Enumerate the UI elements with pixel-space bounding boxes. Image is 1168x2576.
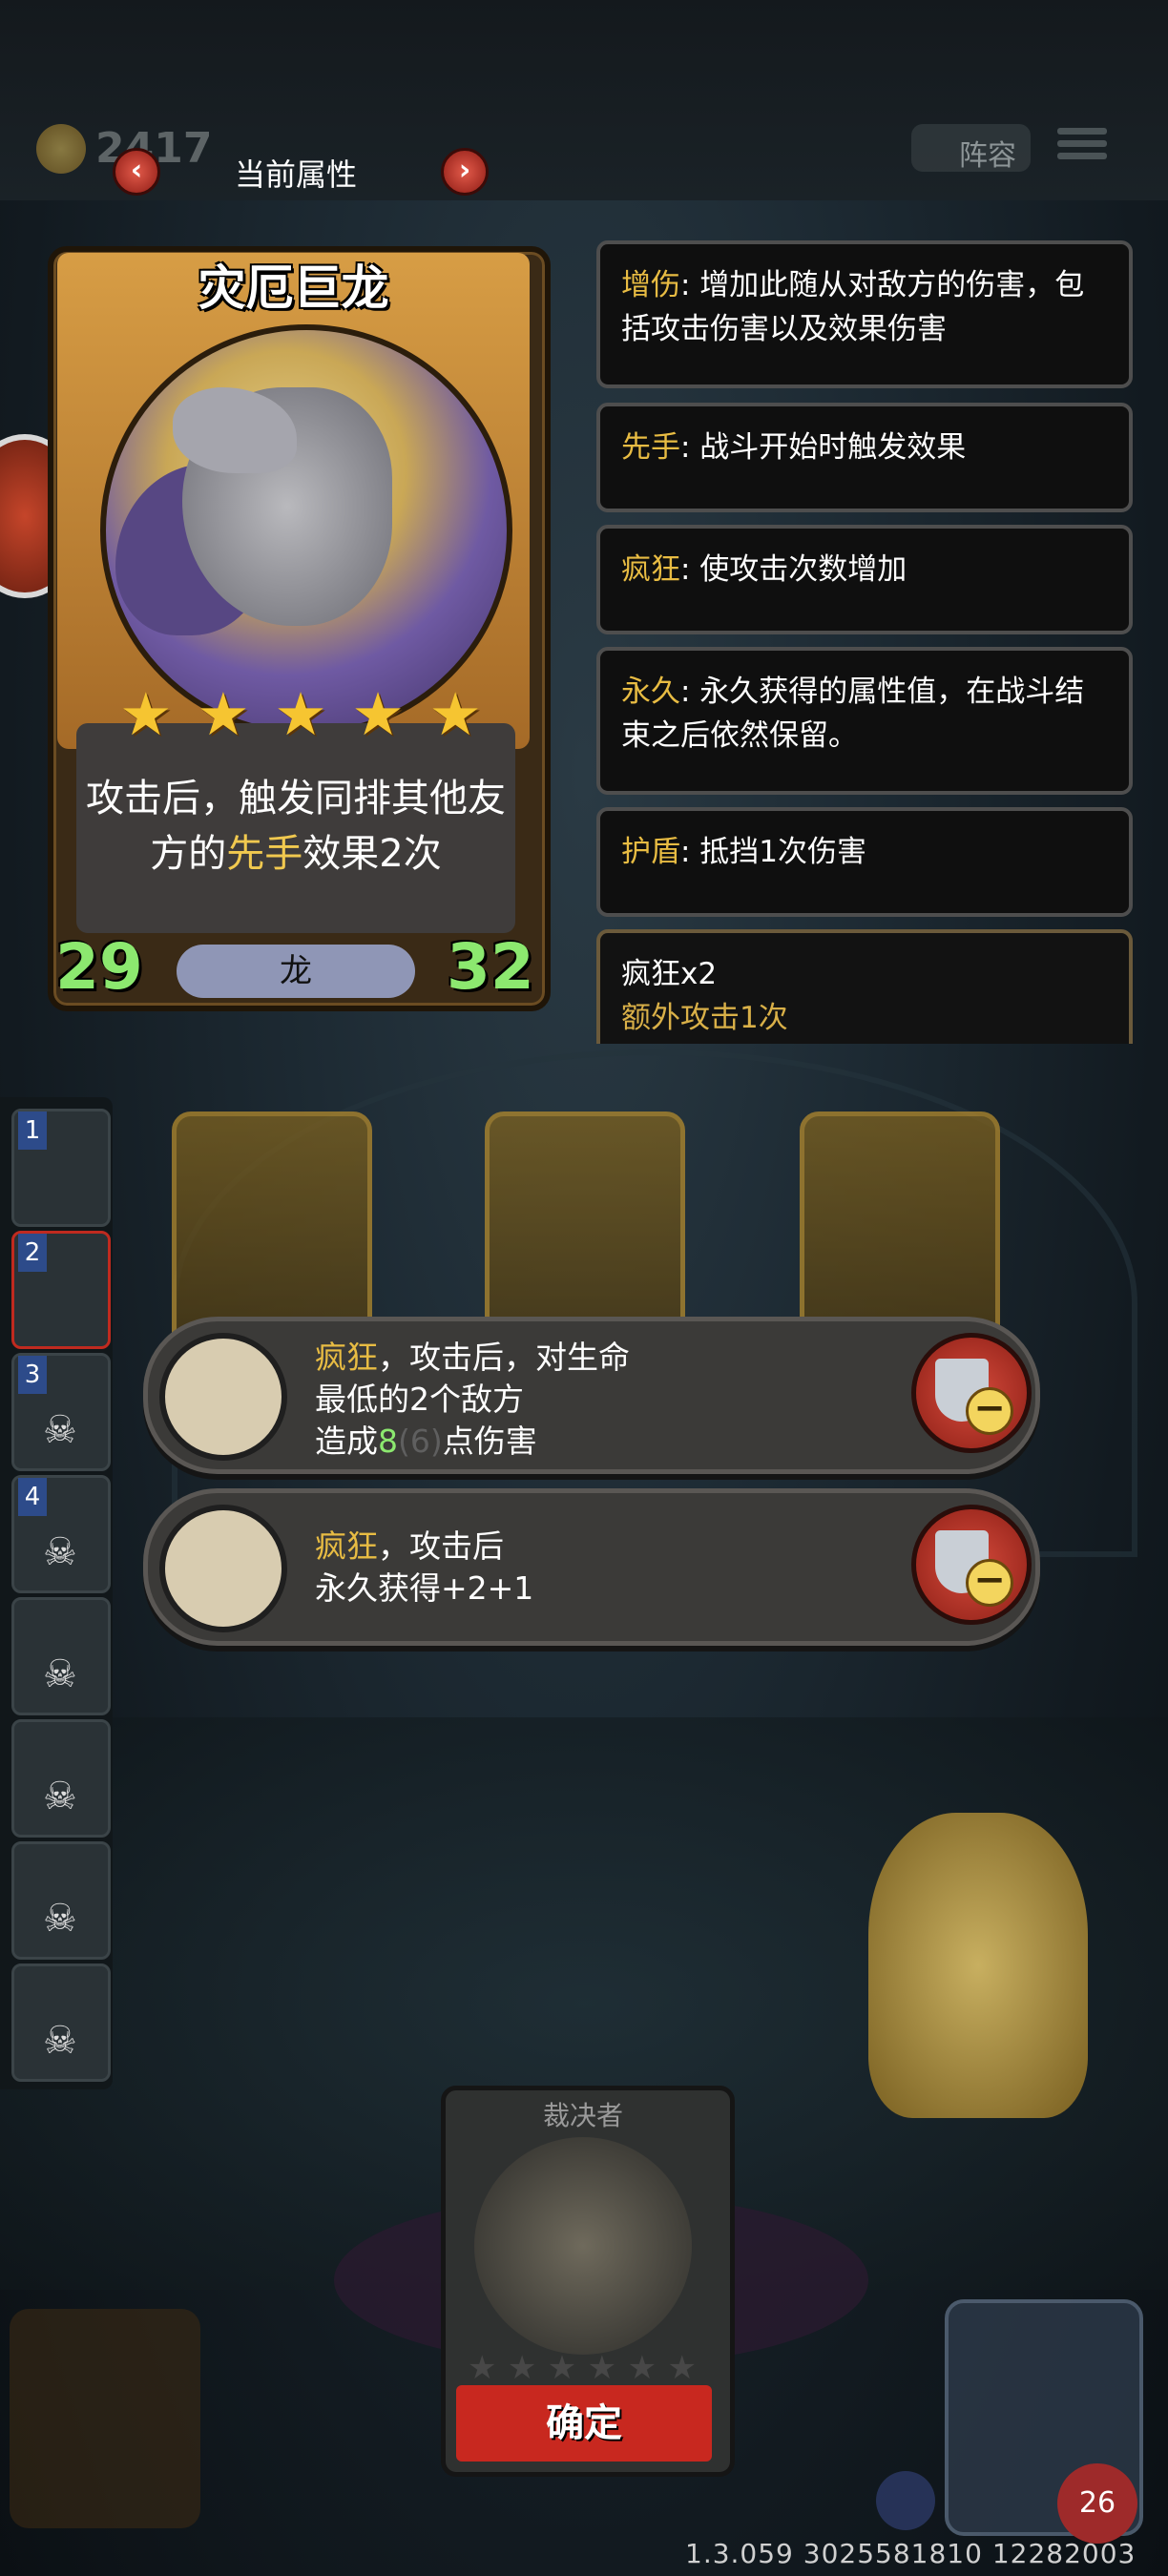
roster-slot[interactable]: 1 — [11, 1109, 111, 1227]
keyword-name: 护盾 — [621, 835, 680, 869]
star-icon: ★ — [119, 679, 173, 749]
shield-icon — [876, 2471, 935, 2530]
minus-icon: − — [966, 1559, 1013, 1607]
judge-portrait — [474, 2137, 692, 2355]
card-stars: ★ ★ ★ ★ ★ — [119, 681, 482, 748]
remove-buff-button[interactable]: − — [911, 1333, 1032, 1453]
madness-subtitle: 额外攻击1次 — [621, 1001, 788, 1035]
roster-slot[interactable]: 2 — [11, 1231, 111, 1349]
keyword-desc: : 抵挡1次伤害 — [680, 835, 867, 869]
skull-icon: ☠ — [43, 1408, 77, 1452]
slot-number: 1 — [18, 1111, 47, 1150]
keyword-entry: 疯狂: 使攻击次数增加 — [596, 525, 1133, 634]
roster-slot[interactable]: 3 ☠ — [11, 1353, 111, 1471]
star-icon: ★ — [197, 679, 250, 749]
keyword-desc: : 增加此随从对敌方的伤害，包括攻击伤害以及效果伤害 — [621, 268, 1085, 346]
buff-row: 疯狂，攻击后，对生命 最低的2个敌方 造成8(6)点伤害 − — [143, 1317, 1040, 1474]
menu-icon[interactable] — [1057, 122, 1107, 172]
slot-number: 2 — [18, 1234, 47, 1272]
judge-name: 裁决者 — [542, 2100, 623, 2131]
keyword-entry: 先手: 战斗开始时触发效果 — [596, 403, 1133, 512]
panel-title: 当前属性 — [234, 156, 357, 193]
attack-value: 29 — [55, 930, 143, 1004]
star-icon: ★ — [667, 2349, 697, 2387]
next-arrow-button[interactable]: › — [441, 148, 489, 196]
companion-character[interactable] — [868, 1813, 1088, 2118]
remove-buff-button[interactable]: − — [911, 1505, 1032, 1625]
prev-arrow-button[interactable]: ‹ — [113, 148, 160, 196]
skull-icon: ☠ — [43, 1775, 77, 1818]
judge-stars: ★ ★ ★ ★ ★ ★ — [468, 2349, 697, 2387]
buff-row: 疯狂，攻击后 永久获得+2+1 − — [143, 1488, 1040, 1646]
keyword-name: 先手 — [621, 430, 680, 465]
card-name: 灾厄巨龙 — [198, 260, 389, 316]
star-icon: ★ — [468, 2349, 497, 2387]
keyword-entry: 永久: 永久获得的属性值，在战斗结束之后依然保留。 — [596, 647, 1133, 795]
buff-keyword: 疯狂 — [315, 1339, 378, 1376]
buff-line3-pre: 造成 — [315, 1423, 378, 1460]
keyword-entry: 增伤: 增加此随从对敌方的伤害，包括攻击伤害以及效果伤害 — [596, 240, 1133, 388]
skull-icon: ☠ — [43, 1530, 77, 1574]
ability-text: 攻击后，触发同排其他友方的先手效果2次 — [76, 771, 515, 882]
keyword-name: 永久 — [621, 675, 680, 709]
roster-slot[interactable]: 4 ☠ — [11, 1475, 111, 1593]
buff-line2: 最低的2个敌方 — [315, 1381, 524, 1418]
star-icon: ★ — [627, 2349, 657, 2387]
lineup-label: 阵容 — [959, 139, 1016, 173]
health-value: 32 — [447, 930, 534, 1004]
version-text: 1.3.059 3025581810 12282003 — [685, 2538, 1137, 2569]
keyword-desc: : 永久获得的属性值，在战斗结束之后依然保留。 — [621, 675, 1085, 753]
keyword-desc: : 战斗开始时触发效果 — [680, 430, 967, 465]
buff-line2: 永久获得+2+1 — [315, 1569, 534, 1607]
buff-line1: ，攻击后 — [378, 1527, 504, 1565]
dragon-portrait — [100, 324, 512, 737]
skull-icon: ☠ — [43, 1897, 77, 1941]
buff-line3-post: 点伤害 — [442, 1423, 537, 1460]
madness-title: 疯狂x2 — [621, 957, 718, 991]
keyword-name: 疯狂 — [621, 552, 680, 587]
coin-icon — [36, 124, 86, 174]
slot-number: 4 — [18, 1478, 47, 1516]
skull-icon: ☠ — [43, 1652, 77, 1696]
star-icon: ★ — [351, 679, 405, 749]
buff-text: 疯狂，攻击后 永久获得+2+1 — [315, 1526, 533, 1610]
confirm-button[interactable]: 确定 — [456, 2385, 712, 2462]
roster-slot[interactable]: ☠ — [11, 1597, 111, 1715]
chest-icon[interactable] — [10, 2309, 200, 2528]
star-icon: ★ — [507, 2349, 537, 2387]
keyword-desc: : 使攻击次数增加 — [680, 552, 907, 587]
roster-slot[interactable]: ☠ — [11, 1719, 111, 1838]
minus-icon: − — [966, 1387, 1013, 1435]
buff-text: 疯狂，攻击后，对生命 最低的2个敌方 造成8(6)点伤害 — [315, 1337, 630, 1463]
buff-base-value: (6) — [398, 1423, 443, 1460]
keyword-name: 增伤 — [621, 268, 680, 302]
star-icon: ★ — [587, 2349, 617, 2387]
madness-detail: 疯狂x2 额外攻击1次 — [596, 929, 1133, 1044]
slot-number: 3 — [18, 1356, 47, 1394]
star-icon: ★ — [547, 2349, 577, 2387]
buff-keyword: 疯狂 — [315, 1527, 378, 1565]
buff-line1: ，攻击后，对生命 — [378, 1339, 630, 1376]
keyword-entry: 护盾: 抵挡1次伤害 — [596, 807, 1133, 917]
star-icon: ★ — [428, 679, 482, 749]
roster-slot[interactable]: ☠ — [11, 1963, 111, 2082]
skull-icon: ☠ — [43, 2019, 77, 2063]
crossed-swords-icon — [159, 1505, 287, 1632]
ability-text-post: 效果2次 — [302, 832, 442, 876]
tribe-label: 龙 — [280, 952, 312, 990]
health-badge: 26 — [1057, 2463, 1137, 2544]
star-icon: ★ — [274, 679, 327, 749]
roster-sidebar: 1 2 3 ☠ 4 ☠ ☠ ☠ ☠ ☠ — [0, 1097, 113, 2089]
roster-slot[interactable]: ☠ — [11, 1841, 111, 1960]
ability-keyword: 先手 — [226, 832, 303, 876]
scythe-icon — [159, 1333, 287, 1461]
buff-damage-value: 8 — [378, 1423, 398, 1460]
